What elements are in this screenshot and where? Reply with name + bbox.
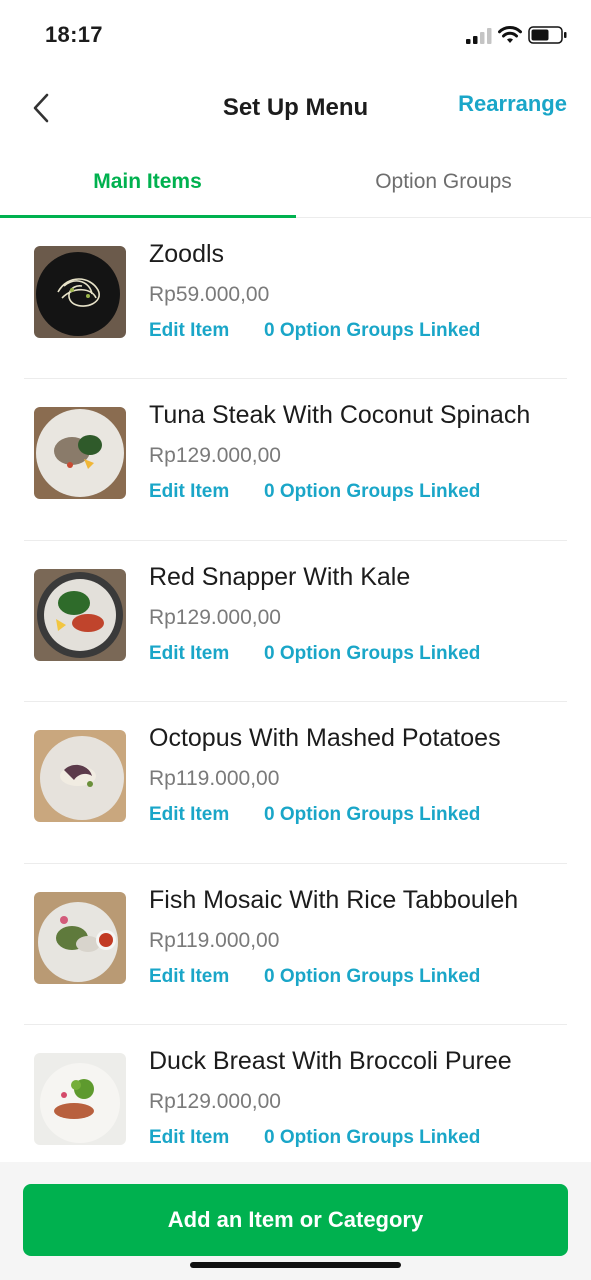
tab-option-groups[interactable]: Option Groups [296, 146, 591, 218]
option-groups-linked-link[interactable]: 0 Option Groups Linked [264, 966, 480, 988]
item-photo [34, 1052, 126, 1145]
item-name: Fish Mosaic With Rice Tabbouleh [149, 885, 519, 914]
navigation-bar: Set Up Menu Rearrange [0, 70, 591, 146]
item-price: Rp119.000,00 [149, 767, 280, 791]
home-indicator [190, 1262, 401, 1268]
option-groups-linked-link[interactable]: 0 Option Groups Linked [264, 481, 480, 503]
item-name: Octopus With Mashed Potatoes [149, 724, 501, 753]
edit-item-link[interactable]: Edit Item [149, 804, 229, 826]
item-price: Rp59.000,00 [149, 283, 270, 306]
status-bar: 18:17 [0, 0, 591, 70]
edit-item-link[interactable]: Edit Item [149, 643, 229, 665]
option-groups-linked-link[interactable]: 0 Option Groups Linked [264, 643, 480, 665]
edit-item-link[interactable]: Edit Item [149, 966, 229, 988]
option-groups-linked-link[interactable]: 0 Option Groups Linked [264, 1127, 480, 1149]
item-name: Red Snapper With Kale [149, 562, 411, 591]
item-price: Rp119.000,00 [149, 928, 280, 952]
edit-item-link[interactable]: Edit Item [149, 1127, 229, 1149]
menu-item: Octopus With Mashed Potatoes Rp119.000,0… [24, 702, 567, 864]
cellular-signal-icon [466, 28, 492, 44]
add-item-or-category-button[interactable]: Add an Item or Category [23, 1184, 568, 1256]
item-photo [34, 730, 126, 823]
rearrange-button[interactable]: Rearrange [458, 91, 567, 117]
item-photo [34, 246, 126, 338]
item-photo [34, 568, 126, 661]
menu-item: Fish Mosaic With Rice Tabbouleh Rp119.00… [24, 864, 567, 1025]
edit-item-link[interactable]: Edit Item [149, 481, 229, 503]
item-name: Tuna Steak With Coconut Spinach [149, 401, 531, 430]
menu-item: Zoodls Rp59.000,00 Edit Item 0 Option Gr… [24, 218, 567, 380]
footer: Add an Item or Category [0, 1162, 591, 1280]
tab-bar: Main Items Option Groups [0, 146, 591, 218]
item-price: Rp129.000,00 [149, 1089, 281, 1113]
item-name: Duck Breast With Broccoli Puree [149, 1046, 512, 1075]
menu-item: Tuna Steak With Coconut Spinach Rp129.00… [24, 379, 567, 541]
battery-icon [528, 26, 567, 44]
option-groups-linked-link[interactable]: 0 Option Groups Linked [264, 320, 480, 342]
item-name: Zoodls [149, 240, 225, 268]
item-price: Rp129.000,00 [149, 444, 281, 468]
wifi-icon [498, 26, 522, 43]
option-groups-linked-link[interactable]: 0 Option Groups Linked [264, 804, 480, 826]
item-photo [34, 407, 126, 500]
edit-item-link[interactable]: Edit Item [149, 320, 229, 342]
item-photo [34, 891, 126, 984]
status-time: 18:17 [45, 22, 103, 47]
item-price: Rp129.000,00 [149, 605, 281, 629]
menu-item-list: Zoodls Rp59.000,00 Edit Item 0 Option Gr… [0, 218, 591, 1186]
menu-item: Red Snapper With Kale Rp129.000,00 Edit … [24, 541, 567, 703]
tab-main-items[interactable]: Main Items [0, 146, 295, 218]
